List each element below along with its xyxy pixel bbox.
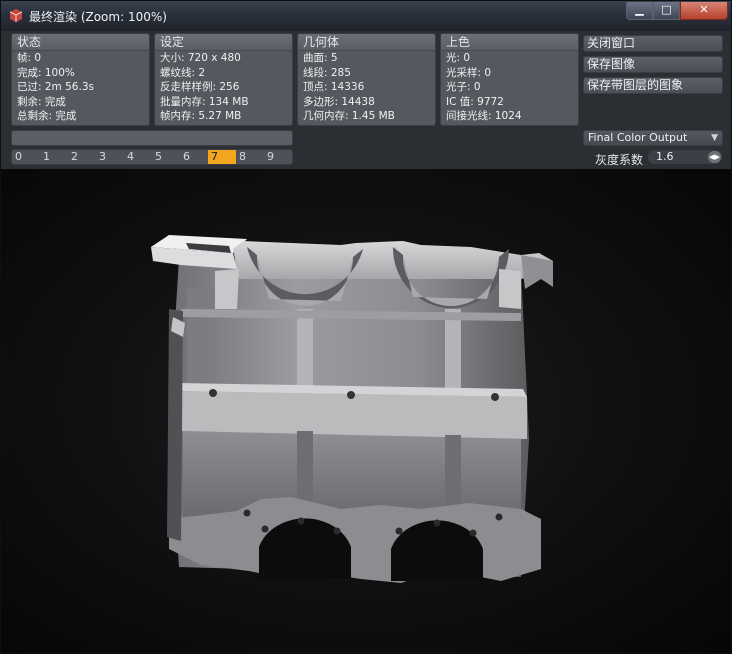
panel-line: 反走样样例: 256 (160, 81, 240, 93)
output-select-value: Final Color Output (588, 131, 688, 144)
panel-line: 批量内存: 134 MB (160, 95, 249, 108)
panel-line: 已过: 2m 56.3s (17, 81, 94, 93)
close-icon: ✕ (699, 3, 709, 16)
rendered-image (51, 179, 651, 639)
panel-line: 光采样: 0 (446, 66, 492, 79)
buffer-4-button[interactable]: 4 (124, 150, 152, 164)
gamma-label: 灰度系数 (595, 153, 644, 167)
spinner-arrows-icon[interactable]: ◀▶ (708, 151, 721, 163)
save-image-button[interactable]: 保存图像 (583, 56, 723, 73)
panel-line: 螺纹线: 2 (160, 66, 206, 79)
panel-line: 光子: 0 (446, 81, 481, 93)
panel-line: 大小: 720 x 480 (160, 52, 241, 64)
gamma-value: 1.6 (656, 150, 674, 163)
buffer-9-button[interactable]: 9 (264, 150, 292, 164)
title-bar[interactable]: 最终渲染 (Zoom: 100%) ▁ □ ✕ (1, 1, 731, 31)
output-select[interactable]: Final Color Output ▼ (583, 130, 723, 146)
render-viewport[interactable] (1, 169, 731, 653)
panel-line: 完成: 100% (17, 66, 75, 79)
panel-line: 剩余: 完成 (17, 95, 66, 108)
minimize-button[interactable]: ▁ (626, 2, 653, 20)
buffer-7-button[interactable]: 7 (208, 150, 236, 164)
buffer-1-button[interactable]: 1 (40, 150, 68, 164)
panel-line: 帧内存: 5.27 MB (160, 110, 242, 122)
render-progress-bar (11, 130, 293, 146)
panel-title: 上色 (441, 34, 578, 51)
chevron-down-icon: ▼ (711, 133, 718, 143)
panel-line: 曲面: 5 (303, 52, 338, 64)
panel-title: 状态 (12, 34, 149, 51)
buffer-2-button[interactable]: 2 (68, 150, 96, 164)
save-layered-image-button[interactable]: 保存带图层的图象 (583, 77, 723, 94)
panel-title: 几何体 (298, 34, 435, 51)
panel-line: IC 值: 9772 (446, 95, 504, 108)
close-window-button[interactable]: ✕ (680, 2, 728, 20)
panel-title: 设定 (155, 34, 292, 51)
panel-line: 帧: 0 (17, 52, 42, 64)
panel-line: 光: 0 (446, 52, 471, 64)
settings-panel: 设定 大小: 720 x 480 螺纹线: 2 反走样样例: 256 批量内存:… (154, 33, 293, 126)
panel-line: 顶点: 14336 (303, 81, 365, 93)
buffer-0-button[interactable]: 0 (12, 150, 40, 164)
panel-line: 总剩余: 完成 (17, 110, 77, 122)
gamma-input[interactable]: 1.6 ◀▶ (647, 149, 723, 165)
maximize-button[interactable]: □ (653, 2, 680, 20)
status-panel: 状态 帧: 0 完成: 100% 已过: 2m 56.3s 剩余: 完成 总剩余… (11, 33, 150, 126)
render-window: 最终渲染 (Zoom: 100%) ▁ □ ✕ 状态 帧: 0 完成: 100%… (0, 0, 732, 654)
panel-line: 多边形: 14438 (303, 95, 375, 108)
buffer-6-button[interactable]: 6 (180, 150, 208, 164)
buffer-selector: 0 1 2 3 4 5 6 7 8 9 (11, 149, 293, 165)
panel-line: 线段: 285 (303, 66, 351, 79)
maximize-icon: □ (661, 3, 672, 16)
close-window-action-button[interactable]: 关闭窗口 (583, 35, 723, 52)
buffer-5-button[interactable]: 5 (152, 150, 180, 164)
geometry-panel: 几何体 曲面: 5 线段: 285 顶点: 14336 多边形: 14438 几… (297, 33, 436, 126)
buffer-3-button[interactable]: 3 (96, 150, 124, 164)
panel-line: 几何内存: 1.45 MB (303, 110, 395, 122)
shading-panel: 上色 光: 0 光采样: 0 光子: 0 IC 值: 9772 间接光线: 10… (440, 33, 579, 126)
minimize-icon: ▁ (635, 3, 644, 16)
render-icon (9, 9, 23, 22)
buffer-8-button[interactable]: 8 (236, 150, 264, 164)
window-title: 最终渲染 (Zoom: 100%) (29, 10, 167, 24)
panel-line: 间接光线: 1024 (446, 110, 522, 122)
